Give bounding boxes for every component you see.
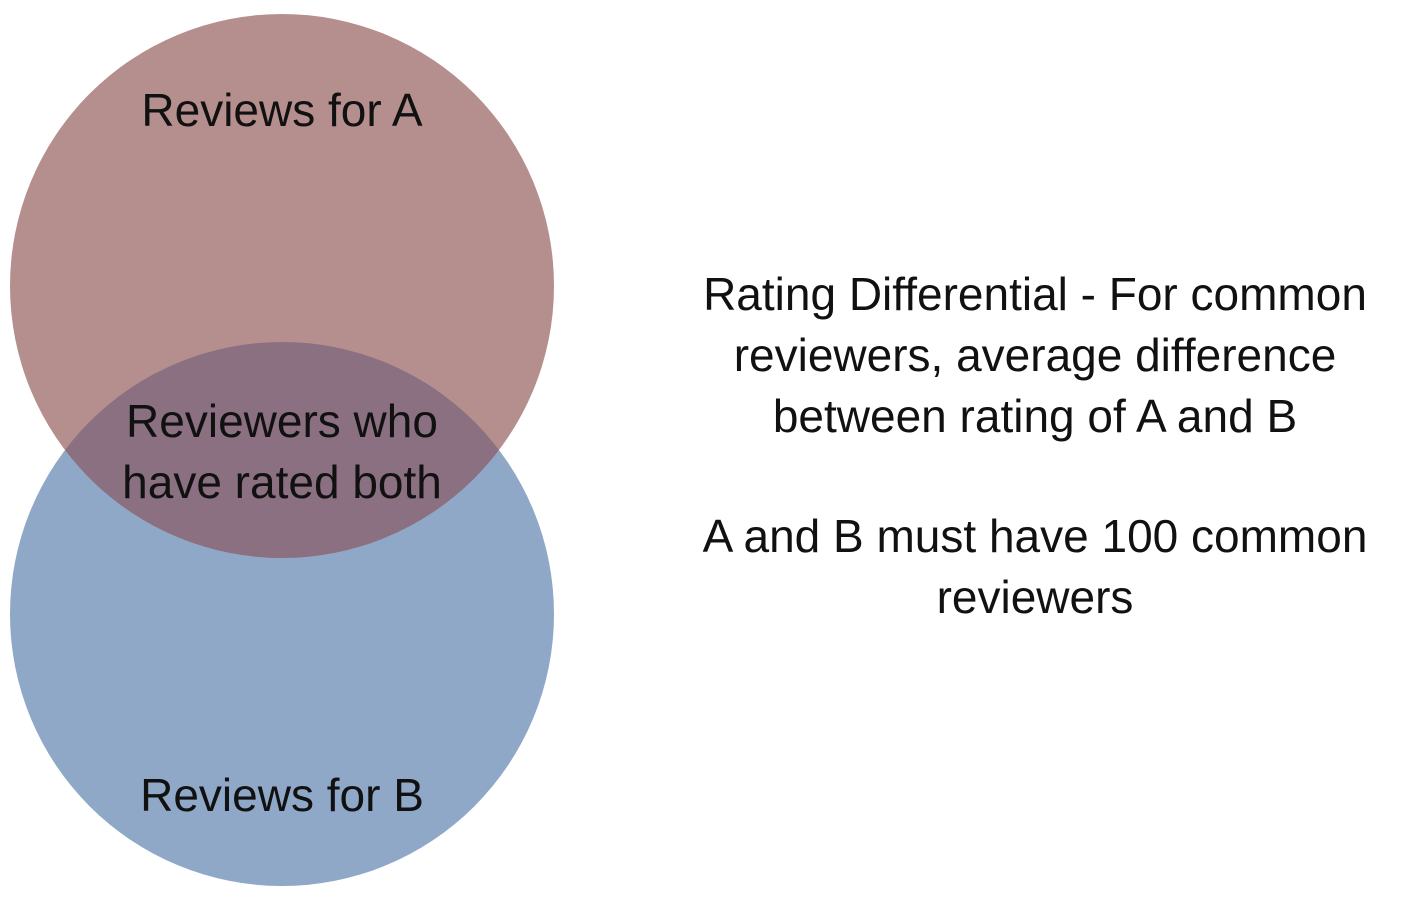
requirement-line-2: reviewers <box>936 571 1134 623</box>
definition-line-2: reviewers, average difference <box>733 329 1337 381</box>
requirement-line-1: A and B must have 100 common <box>702 510 1368 562</box>
label-overlap-line1: Reviewers who <box>126 395 438 447</box>
definition-line-3: between rating of A and B <box>772 390 1298 442</box>
common-reviewers-requirement: A and B must have 100 common reviewers <box>650 506 1412 628</box>
definition-line-1: Rating Differential - For common <box>703 268 1367 320</box>
venn-diagram: Reviews for A Reviewers who have rated b… <box>10 14 554 886</box>
label-reviews-a: Reviews for A <box>141 84 423 136</box>
rating-differential-definition: Rating Differential - For common reviewe… <box>650 264 1412 447</box>
label-reviews-b: Reviews for B <box>140 769 424 821</box>
label-overlap-line2: have rated both <box>122 456 442 508</box>
